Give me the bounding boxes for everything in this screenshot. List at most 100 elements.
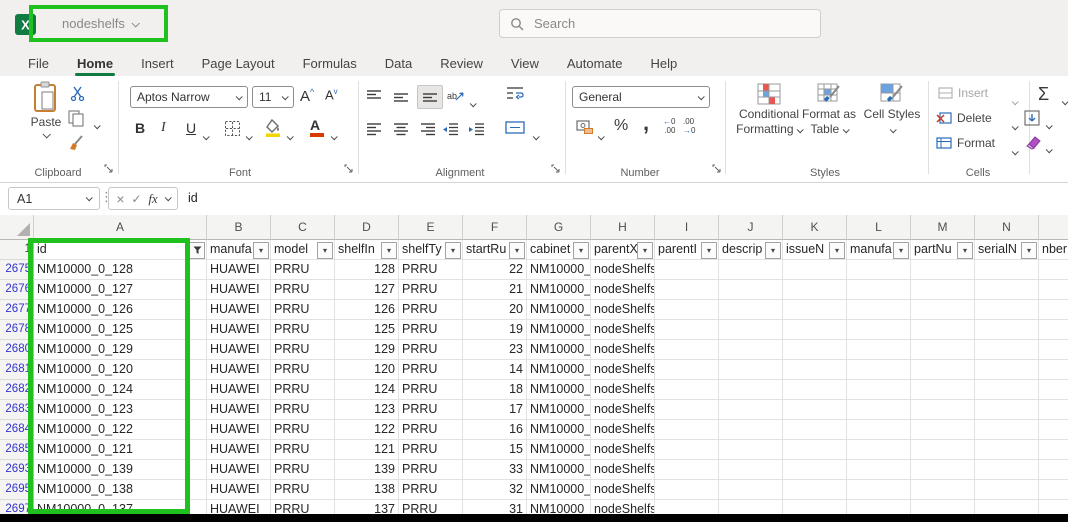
menu-tab-file[interactable]: File [14, 50, 63, 76]
borders-menu-chevron[interactable] [246, 127, 251, 145]
column-header[interactable] [1039, 215, 1068, 240]
cell[interactable] [911, 480, 975, 500]
decrease-indent-button[interactable] [442, 123, 459, 141]
cell[interactable]: nber [1039, 240, 1068, 260]
filter-button[interactable]: ▾ [957, 242, 973, 259]
font-name-select[interactable]: Aptos Narrow [130, 86, 248, 108]
column-header-cell[interactable]: manufa▾ [207, 240, 271, 260]
filter-button[interactable]: ▾ [829, 242, 845, 259]
cell[interactable]: PRRU [399, 380, 463, 400]
cell[interactable]: PRRU [271, 340, 335, 360]
menu-tab-insert[interactable]: Insert [127, 50, 188, 76]
cell[interactable]: nodeShelfs [591, 420, 655, 440]
font-size-select[interactable]: 11 [252, 86, 294, 108]
cell[interactable]: nodeShelfs [591, 400, 655, 420]
cell[interactable]: 139 [335, 460, 399, 480]
row-header[interactable]: 2683 [0, 400, 34, 420]
cell[interactable]: nodeShelfs [591, 300, 655, 320]
decrease-font-size-button[interactable]: Av [325, 87, 338, 102]
cell[interactable]: PRRU [399, 340, 463, 360]
italic-button[interactable]: I [161, 120, 166, 136]
cell[interactable]: nodeShelfs [591, 320, 655, 340]
column-header[interactable]: F [463, 215, 527, 240]
cell[interactable]: 18 [463, 380, 527, 400]
cell[interactable]: 15 [463, 440, 527, 460]
document-title[interactable]: nodeshelfs [62, 16, 138, 31]
cell[interactable] [1039, 400, 1068, 420]
cell[interactable]: NM10000_ [527, 280, 591, 300]
cell[interactable] [719, 300, 783, 320]
cell[interactable] [783, 480, 847, 500]
cell[interactable] [847, 440, 911, 460]
fill-color-button[interactable] [264, 118, 282, 142]
filter-button[interactable]: ▾ [445, 242, 461, 259]
cell[interactable] [911, 320, 975, 340]
cell[interactable]: PRRU [271, 300, 335, 320]
filter-button[interactable]: ▾ [893, 242, 909, 259]
cell[interactable]: NM10000_0_123 [34, 400, 207, 420]
filter-button[interactable]: ▾ [509, 242, 525, 259]
cell[interactable]: NM10000_0_122 [34, 420, 207, 440]
cell[interactable]: NM10000_ [527, 400, 591, 420]
cell[interactable] [783, 400, 847, 420]
font-color-menu-chevron[interactable] [331, 127, 336, 145]
number-dialog-launcher[interactable] [712, 160, 721, 178]
row-header[interactable]: 2685 [0, 440, 34, 460]
cell[interactable] [975, 340, 1039, 360]
cell[interactable] [719, 400, 783, 420]
cell[interactable] [655, 300, 719, 320]
enter-button[interactable]: ✓ [131, 192, 141, 206]
column-header[interactable]: C [271, 215, 335, 240]
cell[interactable]: PRRU [271, 320, 335, 340]
cell[interactable]: HUAWEI [207, 340, 271, 360]
cell[interactable] [911, 280, 975, 300]
cell[interactable]: PRRU [399, 480, 463, 500]
column-header[interactable]: A [34, 215, 207, 240]
cell-styles-button[interactable]: Cell Styles [862, 83, 922, 137]
merge-center-button[interactable] [505, 120, 525, 140]
cell[interactable]: 22 [463, 260, 527, 280]
cell[interactable] [911, 420, 975, 440]
cell[interactable]: NM10000_ [527, 480, 591, 500]
column-header-cell[interactable]: serialN▾ [975, 240, 1039, 260]
column-header[interactable]: L [847, 215, 911, 240]
menu-tab-formulas[interactable]: Formulas [289, 50, 371, 76]
filter-button[interactable]: ▾ [573, 242, 589, 259]
delete-cells-button[interactable]: Delete [936, 111, 992, 125]
cell[interactable]: 122 [335, 420, 399, 440]
cell[interactable] [719, 280, 783, 300]
delete-menu-chevron[interactable] [1012, 117, 1017, 135]
search-input[interactable]: Search [499, 9, 821, 38]
cell[interactable]: NM10000_ [527, 440, 591, 460]
increase-indent-button[interactable] [468, 123, 485, 141]
cell[interactable] [655, 380, 719, 400]
insert-menu-chevron[interactable] [1012, 92, 1017, 110]
align-left-button[interactable] [366, 123, 382, 141]
row-header[interactable]: 2684 [0, 420, 34, 440]
cell[interactable]: NM10000_ [527, 340, 591, 360]
cell[interactable]: PRRU [399, 280, 463, 300]
column-header-cell[interactable]: shelfTy▾ [399, 240, 463, 260]
cell[interactable] [719, 460, 783, 480]
paste-button[interactable]: Paste [22, 81, 70, 138]
cell[interactable]: NM10000_ [527, 420, 591, 440]
align-right-button[interactable] [420, 123, 436, 141]
cell[interactable]: PRRU [399, 300, 463, 320]
menu-tab-review[interactable]: Review [426, 50, 497, 76]
cell[interactable]: 124 [335, 380, 399, 400]
row-header[interactable]: 2677 [0, 300, 34, 320]
column-header-cell[interactable]: manufa▾ [847, 240, 911, 260]
row-header[interactable]: 1 [0, 240, 34, 260]
clear-button[interactable] [1024, 134, 1042, 156]
menu-tab-help[interactable]: Help [637, 50, 692, 76]
cell[interactable]: NM10000_ [527, 380, 591, 400]
cell[interactable]: PRRU [399, 460, 463, 480]
cell[interactable]: 125 [335, 320, 399, 340]
cell[interactable]: 138 [335, 480, 399, 500]
cell[interactable] [911, 300, 975, 320]
underline-menu-chevron[interactable] [203, 127, 208, 145]
cell[interactable]: 127 [335, 280, 399, 300]
cell[interactable] [975, 460, 1039, 480]
cell[interactable] [975, 400, 1039, 420]
cell[interactable] [975, 300, 1039, 320]
